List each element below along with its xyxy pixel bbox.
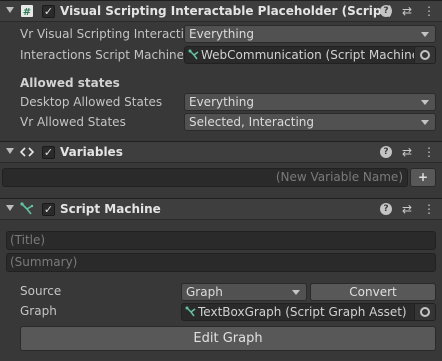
more-options-icon[interactable]: ⋮ <box>422 202 436 216</box>
desktop-allowed-states-dropdown[interactable]: Everything <box>184 93 436 111</box>
convert-button[interactable]: Convert <box>310 283 436 301</box>
source-label: Source <box>20 284 62 298</box>
presets-icon[interactable]: ⇄ <box>400 145 414 159</box>
component-header-variables[interactable]: ✓ Variables ? ⇄ ⋮ <box>0 141 442 163</box>
foldout-arrow-icon[interactable] <box>6 205 14 211</box>
foldout-arrow-icon[interactable] <box>6 7 14 13</box>
component-title: Script Machine <box>60 202 161 216</box>
script-machine-icon <box>188 49 199 60</box>
new-variable-placeholder: (New Variable Name) <box>275 170 403 184</box>
title-input[interactable]: (Title) <box>6 231 436 250</box>
object-field-value: TextBoxGraph (Script Graph Asset) <box>198 305 407 319</box>
component-enabled-checkbox[interactable]: ✓ <box>42 5 55 18</box>
object-picker-icon[interactable] <box>414 47 435 63</box>
component-title: Visual Scripting Interactable Placeholde… <box>60 4 393 18</box>
dropdown-value: Selected, Interacting <box>189 115 315 129</box>
graph-asset-field[interactable]: TextBoxGraph (Script Graph Asset) <box>181 303 436 321</box>
more-options-icon[interactable]: ⋮ <box>422 4 436 18</box>
source-dropdown[interactable]: Graph <box>181 283 307 301</box>
dropdown-value: Graph <box>186 285 223 299</box>
object-field-value: WebCommunication (Script Machine) <box>201 48 424 62</box>
svg-text:#: # <box>23 7 31 18</box>
presets-icon[interactable]: ⇄ <box>400 202 414 216</box>
help-icon[interactable]: ? <box>380 5 392 17</box>
add-variable-button[interactable]: + <box>410 168 436 187</box>
help-icon[interactable]: ? <box>380 146 392 158</box>
component-title: Variables <box>60 145 123 159</box>
chevron-down-icon <box>421 100 429 105</box>
more-options-icon[interactable]: ⋮ <box>422 145 436 159</box>
vr-visual-scripting-dropdown[interactable]: Everything <box>184 25 436 43</box>
interactions-script-machine-field[interactable]: WebCommunication (Script Machine) <box>184 46 436 64</box>
summary-input[interactable]: (Summary) <box>6 253 436 272</box>
title-placeholder: (Title) <box>10 233 46 247</box>
component-header-script-machine[interactable]: ✓ Script Machine ? ⇄ ⋮ <box>0 198 442 220</box>
allowed-states-header: Allowed states <box>20 76 120 90</box>
dropdown-value: Everything <box>189 95 254 109</box>
help-icon[interactable]: ? <box>380 203 392 215</box>
script-machine-icon <box>20 202 34 215</box>
code-brackets-icon <box>20 147 34 157</box>
component-header-interactable-placeholder[interactable]: # ✓ Visual Scripting Interactable Placeh… <box>0 0 442 22</box>
hash-script-icon: # <box>21 5 33 18</box>
field-label-vr-visual-scripting: Vr Visual Scripting Interactio <box>20 27 183 41</box>
field-label-desktop-allowed-states: Desktop Allowed States <box>20 95 163 109</box>
dropdown-value: Everything <box>189 27 254 41</box>
script-graph-icon <box>185 306 196 317</box>
object-picker-icon[interactable] <box>414 304 435 320</box>
new-variable-name-input[interactable]: (New Variable Name) <box>2 168 408 187</box>
summary-placeholder: (Summary) <box>10 255 78 269</box>
foldout-arrow-icon[interactable] <box>6 148 14 154</box>
presets-icon[interactable]: ⇄ <box>400 4 414 18</box>
field-label-interactions-script-machine: Interactions Script Machine <box>20 48 183 62</box>
component-enabled-checkbox[interactable]: ✓ <box>42 146 55 159</box>
component-enabled-checkbox[interactable]: ✓ <box>42 203 55 216</box>
edit-graph-button[interactable]: Edit Graph <box>20 326 436 351</box>
field-label-vr-allowed-states: Vr Allowed States <box>20 115 126 129</box>
vr-allowed-states-dropdown[interactable]: Selected, Interacting <box>184 113 436 131</box>
chevron-down-icon <box>292 290 300 295</box>
graph-label: Graph <box>20 304 57 318</box>
chevron-down-icon <box>421 32 429 37</box>
chevron-down-icon <box>421 120 429 125</box>
